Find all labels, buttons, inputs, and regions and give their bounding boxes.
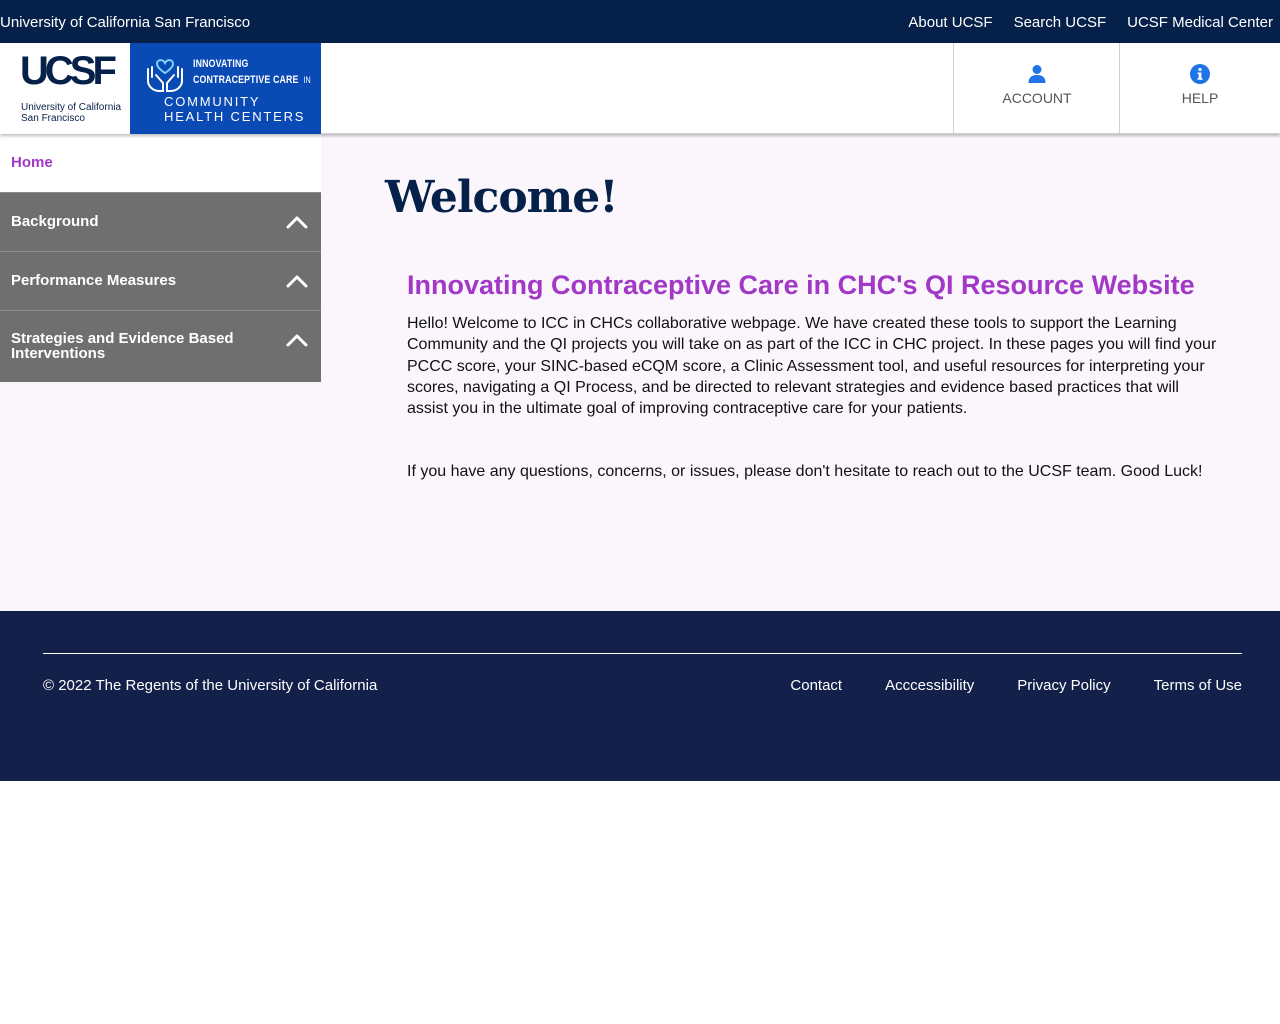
ucsf-logo-mark: UCSF (20, 49, 117, 93)
chevron-up-icon[interactable] (286, 212, 308, 232)
account-label: ACCOUNT (1002, 90, 1072, 106)
copyright-text: © 2022 The Regents of the University of … (43, 677, 378, 694)
icc-logo[interactable]: INNOVATING CONTRACEPTIVE CARE IN COMMUNIT… (130, 43, 321, 134)
help-button[interactable]: HELP (1119, 43, 1280, 134)
sidebar-item-background[interactable]: Background (0, 192, 321, 251)
privacy-policy-link[interactable]: Privacy Policy (1017, 677, 1110, 694)
hands-heart-icon (147, 59, 183, 92)
icc-logo-line3: COMMUNITY (164, 94, 261, 109)
user-icon (1028, 65, 1046, 83)
section-heading: Innovating Contraceptive Care in CHC's Q… (407, 270, 1195, 300)
icc-logo-line2-small: IN (303, 75, 311, 85)
sidebar-item-label: Performance Measures (11, 272, 177, 289)
ucsf-logo[interactable]: UCSF University of California San Franci… (0, 43, 130, 134)
ucsf-medical-center-link[interactable]: UCSF Medical Center (1127, 14, 1273, 31)
search-ucsf-link[interactable]: Search UCSF (1014, 14, 1107, 31)
ucsf-logo-subtitle: University of California San Francisco (21, 102, 121, 124)
account-button[interactable]: ACCOUNT (953, 43, 1120, 134)
intro-paragraph: Hello! Welcome to ICC in CHCs collaborat… (407, 315, 1217, 418)
top-links: About UCSF Search UCSF UCSF Medical Cent… (908, 14, 1273, 31)
ucsf-logo-sub-line2: San Francisco (21, 113, 85, 124)
org-name: University of California San Francisco (0, 14, 251, 31)
footer-links: Contact Acccessibility Privacy Policy Te… (790, 677, 1242, 694)
contact-link[interactable]: Contact (790, 677, 842, 694)
page-title: Welcome! (385, 172, 619, 223)
chevron-up-icon[interactable] (286, 330, 308, 350)
help-label: HELP (1181, 90, 1219, 106)
terms-of-use-link[interactable]: Terms of Use (1154, 677, 1242, 694)
sidebar-item-label: Background (11, 213, 99, 230)
footer-divider (43, 653, 1242, 654)
sidebar-item-label: Strategies and Evidence Based Interventi… (11, 330, 234, 362)
contact-paragraph: If you have any questions, concerns, or … (407, 463, 1203, 480)
icc-logo-line2-text: CONTRACEPTIVE CARE (193, 74, 299, 86)
site-footer: © 2022 The Regents of the University of … (0, 611, 1280, 781)
accessibility-link[interactable]: Acccessibility (885, 677, 974, 694)
sidebar-item-strategies[interactable]: Strategies and Evidence Based Interventi… (0, 310, 321, 382)
about-ucsf-link[interactable]: About UCSF (908, 14, 992, 31)
icc-logo-line2: CONTRACEPTIVE CARE IN (193, 74, 311, 86)
icc-logo-line1: INNOVATING (193, 58, 249, 70)
info-icon (1190, 64, 1210, 84)
icc-logo-line4: HEALTH CENTERS (164, 109, 306, 124)
chevron-up-icon[interactable] (286, 271, 308, 291)
sidebar-nav: Home Background Performance Measures Str… (0, 134, 321, 611)
main-content: Welcome! Innovating Contraceptive Care i… (321, 134, 1280, 611)
sidebar-item-performance-measures[interactable]: Performance Measures (0, 251, 321, 310)
sidebar-item-home[interactable]: Home (0, 134, 321, 192)
top-utility-bar: University of California San Francisco A… (0, 0, 1280, 43)
site-header: UCSF University of California San Franci… (0, 43, 1280, 134)
ucsf-logo-sub-line1: University of California (21, 102, 122, 113)
